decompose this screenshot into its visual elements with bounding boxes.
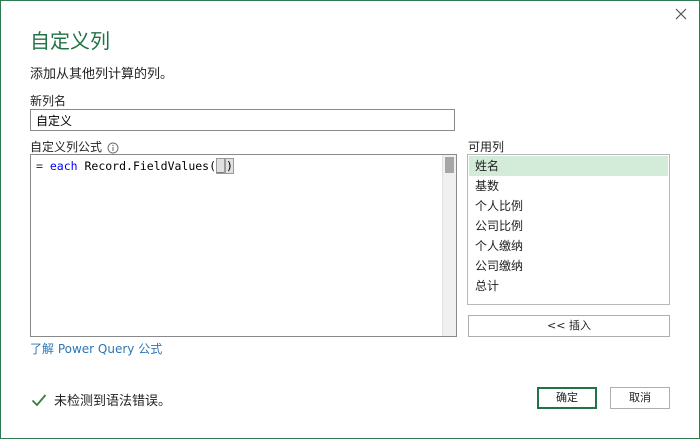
learn-power-query-link[interactable]: 了解 Power Query 公式 xyxy=(30,340,162,357)
syntax-status: 未检测到语法错误。 xyxy=(31,390,171,409)
formula-text: = each Record.FieldValues(_) xyxy=(36,158,234,174)
new-column-name-label: 新列名 xyxy=(30,94,67,108)
formula-label: 自定义列公式 xyxy=(30,140,103,154)
available-columns-label: 可用列 xyxy=(468,140,505,154)
column-item-total[interactable]: 总计 xyxy=(469,276,668,296)
column-item-base[interactable]: 基数 xyxy=(469,176,668,196)
dialog-subtitle: 添加从其他列计算的列。 xyxy=(30,67,174,82)
formula-editor[interactable]: = each Record.FieldValues(_) xyxy=(30,154,457,337)
column-item-company-payment[interactable]: 公司缴纳 xyxy=(469,256,668,276)
insert-button[interactable]: << 插入 xyxy=(468,315,670,337)
formula-close-paren: ) xyxy=(224,158,234,174)
syntax-status-text: 未检测到语法错误。 xyxy=(54,394,172,409)
column-item-name[interactable]: 姓名 xyxy=(469,156,668,176)
info-icon[interactable] xyxy=(107,139,119,154)
cancel-button[interactable]: 取消 xyxy=(610,387,670,409)
formula-cursor-char: _ xyxy=(216,158,225,174)
formula-expression: Record.FieldValues( xyxy=(77,159,217,173)
column-item-personal-ratio[interactable]: 个人比例 xyxy=(469,196,668,216)
formula-scrollbar[interactable] xyxy=(442,155,456,336)
custom-column-dialog: 自定义列 添加从其他列计算的列。 新列名 自定义列公式 = each Recor… xyxy=(0,0,700,439)
ok-button[interactable]: 确定 xyxy=(537,387,597,409)
column-item-personal-payment[interactable]: 个人缴纳 xyxy=(469,236,668,256)
column-item-company-ratio[interactable]: 公司比例 xyxy=(469,216,668,236)
new-column-name-input[interactable] xyxy=(30,109,455,131)
close-icon[interactable] xyxy=(672,5,690,23)
dialog-title: 自定义列 xyxy=(30,29,110,53)
formula-scrollbar-thumb[interactable] xyxy=(445,157,454,173)
formula-keyword-each: each xyxy=(49,159,78,173)
available-columns-list[interactable]: 姓名 基数 个人比例 公司比例 个人缴纳 公司缴纳 总计 xyxy=(467,154,670,305)
formula-equals: = xyxy=(36,159,50,173)
check-icon xyxy=(31,393,47,406)
